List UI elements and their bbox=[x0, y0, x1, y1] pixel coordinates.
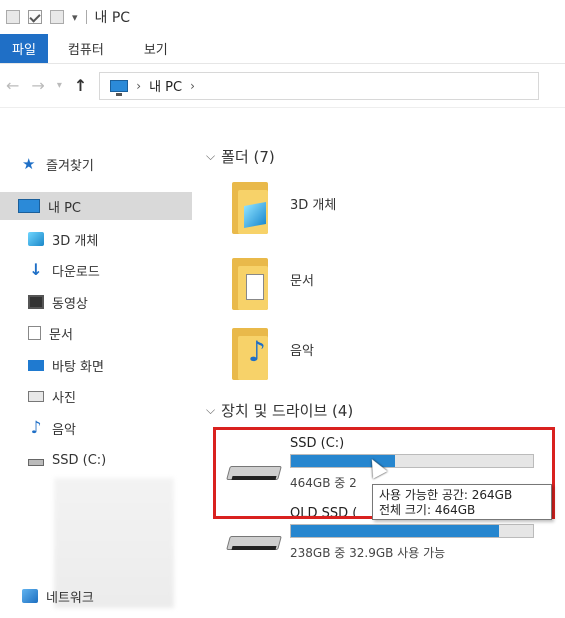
sidebar-item-desktop[interactable]: 바탕 화면 bbox=[0, 351, 192, 379]
tab-file[interactable]: 파일 bbox=[0, 34, 48, 63]
tooltip-free-space: 사용 가능한 공간: 264GB bbox=[379, 488, 513, 502]
folder-3d-objects[interactable]: 3D 개체 bbox=[232, 182, 532, 244]
star-icon: ★ bbox=[22, 155, 36, 173]
chevron-down-icon: ⌵ bbox=[206, 403, 216, 417]
folder-documents[interactable]: 문서 bbox=[232, 258, 532, 320]
quick-access-dropdown-icon[interactable]: ▾ bbox=[72, 11, 78, 24]
sidebar-item-label: 네트워크 bbox=[46, 590, 94, 606]
breadcrumb-this-pc[interactable]: 내 PC bbox=[149, 76, 182, 95]
drive-tooltip: 사용 가능한 공간: 264GB 전체 크기: 464GB bbox=[372, 484, 552, 520]
navigation-pane: ★ 즐겨찾기 내 PC 3D 개체 ↓ 다운로드 동영상 문서 바탕 화면 사진… bbox=[0, 108, 196, 618]
music-icon: ♪ bbox=[30, 418, 42, 438]
sidebar-item-label: 내 PC bbox=[48, 200, 82, 216]
sidebar-item-this-pc[interactable]: 내 PC bbox=[0, 192, 192, 220]
drive-usage-bar bbox=[290, 524, 534, 538]
sidebar-item-label: 다운로드 bbox=[52, 264, 100, 280]
folder-label: 문서 bbox=[290, 274, 314, 289]
sidebar-item-music[interactable]: ♪ 음악 bbox=[0, 414, 192, 442]
folder-label: 3D 개체 bbox=[290, 198, 337, 213]
drive-free-space: 238GB 중 32.9GB 사용 가능 bbox=[290, 546, 446, 560]
sidebar-item-label: 문서 bbox=[49, 327, 73, 343]
sidebar-item-documents[interactable]: 문서 bbox=[0, 319, 192, 347]
picture-icon bbox=[28, 390, 44, 402]
window-icon bbox=[6, 10, 20, 24]
3d-folder-icon bbox=[232, 182, 268, 234]
computer-icon bbox=[18, 199, 40, 213]
sidebar-item-label: 3D 개체 bbox=[52, 233, 99, 249]
folder-label: 음악 bbox=[290, 344, 314, 359]
tab-computer[interactable]: 컴퓨터 bbox=[48, 34, 124, 63]
group-header-label: 폴더 (7) bbox=[221, 148, 275, 166]
properties-icon[interactable] bbox=[28, 10, 42, 24]
navigation-bar: ← → ▾ ↑ › 내 PC › bbox=[0, 64, 565, 108]
sidebar-item-label: 동영상 bbox=[52, 296, 88, 312]
chevron-down-icon: ⌵ bbox=[206, 149, 216, 163]
video-icon bbox=[28, 295, 44, 309]
sidebar-item-network[interactable]: 네트워크 bbox=[0, 582, 192, 610]
forward-arrow-icon[interactable]: → bbox=[31, 76, 44, 95]
hard-drive-icon bbox=[226, 532, 282, 552]
recent-dropdown-icon[interactable]: ▾ bbox=[57, 80, 62, 91]
sidebar-item-label: 음악 bbox=[52, 422, 76, 438]
music-folder-icon: ♪ bbox=[232, 328, 268, 380]
group-header-label: 장치 및 드라이브 (4) bbox=[221, 402, 354, 420]
title-separator bbox=[85, 10, 87, 24]
sidebar-item-favorites[interactable]: ★ 즐겨찾기 bbox=[0, 150, 192, 178]
devices-group-header[interactable]: ⌵ 장치 및 드라이브 (4) bbox=[206, 400, 353, 421]
download-icon: ↓ bbox=[29, 260, 43, 279]
computer-icon bbox=[110, 79, 129, 96]
back-arrow-icon[interactable]: ← bbox=[6, 76, 19, 95]
breadcrumb-separator-icon[interactable]: › bbox=[136, 79, 141, 93]
folders-group-header[interactable]: ⌵ 폴더 (7) bbox=[206, 146, 275, 167]
ribbon-tabs: 파일 컴퓨터 보기 bbox=[0, 34, 565, 64]
document-icon bbox=[28, 326, 41, 340]
documents-folder-icon bbox=[232, 258, 268, 310]
desktop-icon bbox=[28, 359, 44, 371]
window-title: 내 PC bbox=[94, 10, 131, 26]
tooltip-total-size: 전체 크기: 464GB bbox=[379, 503, 476, 517]
tab-view[interactable]: 보기 bbox=[124, 34, 188, 63]
new-folder-icon[interactable] bbox=[50, 10, 64, 24]
folder-music[interactable]: ♪ 음악 bbox=[232, 328, 532, 390]
sidebar-item-3d-objects[interactable]: 3D 개체 bbox=[0, 225, 192, 253]
sidebar-item-label: 즐겨찾기 bbox=[46, 158, 94, 174]
3d-objects-icon bbox=[28, 232, 44, 246]
drive-icon bbox=[28, 458, 44, 466]
network-icon bbox=[22, 589, 38, 603]
sidebar-item-label: SSD (C:) bbox=[52, 452, 107, 468]
sidebar-item-label: 바탕 화면 bbox=[52, 359, 104, 375]
sidebar-item-pictures[interactable]: 사진 bbox=[0, 382, 192, 410]
breadcrumb-separator-icon[interactable]: › bbox=[190, 79, 195, 93]
sidebar-item-label: 사진 bbox=[52, 390, 76, 406]
title-bar: ▾ 내 PC bbox=[0, 0, 565, 34]
address-bar[interactable]: › 내 PC › bbox=[99, 71, 540, 100]
up-arrow-icon[interactable]: ↑ bbox=[74, 76, 87, 95]
sidebar-item-videos[interactable]: 동영상 bbox=[0, 288, 192, 316]
sidebar-item-ssd-c[interactable]: SSD (C:) bbox=[0, 446, 192, 474]
drive-usage-fill bbox=[291, 525, 500, 537]
sidebar-item-downloads[interactable]: ↓ 다운로드 bbox=[0, 256, 192, 284]
